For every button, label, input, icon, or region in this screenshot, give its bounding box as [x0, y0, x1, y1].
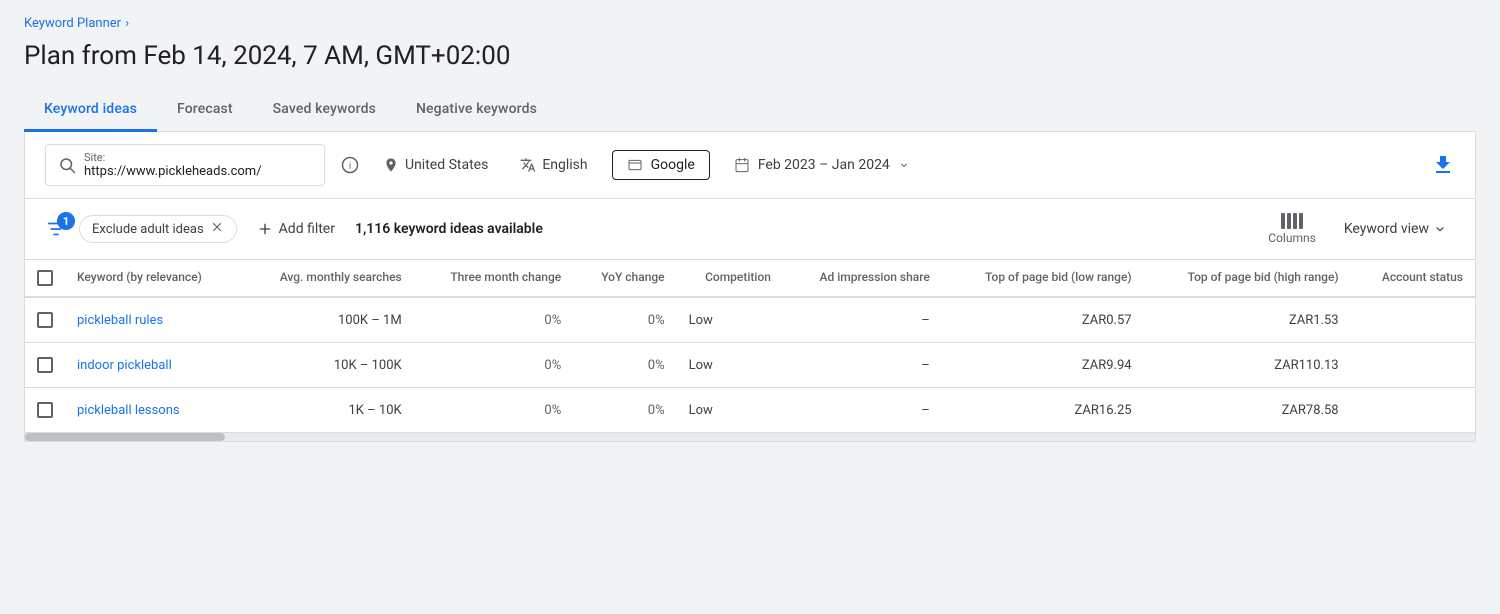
- tab-negative-keywords[interactable]: Negative keywords: [396, 89, 557, 132]
- row-account-status: [1351, 343, 1475, 388]
- close-icon[interactable]: [210, 220, 224, 238]
- search-engine-label: Google: [651, 157, 695, 173]
- header-top-page-low: Top of page bid (low range): [942, 260, 1144, 297]
- row-checkbox[interactable]: [25, 343, 65, 388]
- row-top-page-low: ZAR16.25: [942, 388, 1144, 433]
- keywords-table: Keyword (by relevance) Avg. monthly sear…: [25, 260, 1475, 433]
- download-button[interactable]: [1431, 153, 1455, 177]
- add-filter-button[interactable]: Add filter: [249, 217, 343, 241]
- date-range-selector[interactable]: Feb 2023 – Jan 2024: [726, 153, 918, 177]
- columns-icon: [1281, 213, 1303, 229]
- row-competition: Low: [677, 297, 783, 343]
- table-row: pickleball lessons 1K – 10K 0% 0% Low – …: [25, 388, 1475, 433]
- tab-keyword-ideas[interactable]: Keyword ideas: [24, 89, 157, 132]
- row-competition: Low: [677, 343, 783, 388]
- site-label: Site:: [84, 151, 262, 164]
- exclude-adult-chip[interactable]: Exclude adult ideas: [79, 215, 237, 243]
- header-avg-monthly: Avg. monthly searches: [241, 260, 414, 297]
- table-row: indoor pickleball 10K – 100K 0% 0% Low –…: [25, 343, 1475, 388]
- filter-badge: 1: [57, 212, 75, 230]
- site-url: https://www.pickleheads.com/: [84, 164, 262, 179]
- location-icon: [383, 157, 399, 173]
- header-competition: Competition: [677, 260, 783, 297]
- keyword-view-label: Keyword view: [1344, 221, 1429, 237]
- keyword-view-button[interactable]: Keyword view: [1336, 217, 1455, 241]
- svg-text:i: i: [349, 161, 351, 172]
- header-ad-impression: Ad impression share: [783, 260, 942, 297]
- keyword-count: 1,116 keyword ideas available: [355, 221, 543, 237]
- columns-button[interactable]: Columns: [1260, 209, 1324, 249]
- row-select-checkbox[interactable]: [37, 312, 53, 328]
- tabs: Keyword ideas Forecast Saved keywords Ne…: [24, 89, 1476, 132]
- scrollbar-thumb[interactable]: [25, 433, 225, 441]
- tab-saved-keywords[interactable]: Saved keywords: [253, 89, 396, 132]
- add-icon: [257, 221, 273, 237]
- row-checkbox[interactable]: [25, 297, 65, 343]
- location-label: United States: [405, 157, 488, 173]
- row-checkbox[interactable]: [25, 388, 65, 433]
- main-content: Site: https://www.pickleheads.com/ i Uni…: [24, 132, 1476, 442]
- header-top-page-high: Top of page bid (high range): [1144, 260, 1351, 297]
- info-icon[interactable]: i: [341, 156, 359, 174]
- row-ad-impression: –: [783, 343, 942, 388]
- date-range-label: Feb 2023 – Jan 2024: [758, 157, 890, 173]
- row-three-month: 0%: [414, 343, 574, 388]
- row-competition: Low: [677, 388, 783, 433]
- search-icon: [58, 156, 76, 174]
- row-avg-monthly: 10K – 100K: [241, 343, 414, 388]
- keyword-view-chevron-icon: [1433, 222, 1447, 236]
- row-three-month: 0%: [414, 297, 574, 343]
- row-ad-impression: –: [783, 388, 942, 433]
- row-avg-monthly: 1K – 10K: [241, 388, 414, 433]
- table-row: pickleball rules 100K – 1M 0% 0% Low – Z…: [25, 297, 1475, 343]
- header-yoy: YoY change: [573, 260, 676, 297]
- row-yoy: 0%: [573, 297, 676, 343]
- breadcrumb-chevron: ›: [125, 16, 129, 31]
- page-title: Plan from Feb 14, 2024, 7 AM, GMT+02:00: [24, 41, 1476, 71]
- row-select-checkbox[interactable]: [37, 402, 53, 418]
- row-top-page-high: ZAR1.53: [1144, 297, 1351, 343]
- row-top-page-low: ZAR0.57: [942, 297, 1144, 343]
- row-keyword[interactable]: pickleball lessons: [65, 388, 241, 433]
- breadcrumb[interactable]: Keyword Planner ›: [24, 16, 1476, 31]
- site-search-box[interactable]: Site: https://www.pickleheads.com/: [45, 144, 325, 186]
- row-keyword[interactable]: indoor pickleball: [65, 343, 241, 388]
- header-keyword: Keyword (by relevance): [65, 260, 241, 297]
- row-ad-impression: –: [783, 297, 942, 343]
- header-checkbox[interactable]: [25, 260, 65, 297]
- filter-bar: Site: https://www.pickleheads.com/ i Uni…: [25, 132, 1475, 199]
- add-filter-label: Add filter: [279, 221, 335, 237]
- row-top-page-high: ZAR78.58: [1144, 388, 1351, 433]
- language-filter[interactable]: English: [512, 153, 595, 177]
- row-keyword[interactable]: pickleball rules: [65, 297, 241, 343]
- filter-icon-wrap[interactable]: 1: [45, 218, 67, 240]
- select-all-checkbox[interactable]: [37, 270, 53, 286]
- row-top-page-low: ZAR9.94: [942, 343, 1144, 388]
- row-select-checkbox[interactable]: [37, 357, 53, 373]
- row-yoy: 0%: [573, 343, 676, 388]
- exclude-adult-label: Exclude adult ideas: [92, 222, 204, 237]
- breadcrumb-label: Keyword Planner: [24, 16, 121, 31]
- location-filter[interactable]: United States: [375, 153, 496, 177]
- columns-label: Columns: [1268, 231, 1316, 245]
- row-three-month: 0%: [414, 388, 574, 433]
- search-engine-icon: [627, 157, 643, 173]
- language-label: English: [542, 157, 587, 173]
- row-yoy: 0%: [573, 388, 676, 433]
- header-three-month: Three month change: [414, 260, 574, 297]
- translate-icon: [520, 157, 536, 173]
- header-account-status: Account status: [1351, 260, 1475, 297]
- row-account-status: [1351, 297, 1475, 343]
- calendar-icon: [734, 157, 750, 173]
- site-text: Site: https://www.pickleheads.com/: [84, 151, 262, 179]
- row-top-page-high: ZAR110.13: [1144, 343, 1351, 388]
- chevron-down-icon: [898, 159, 910, 171]
- row-avg-monthly: 100K – 1M: [241, 297, 414, 343]
- filter-row: 1 Exclude adult ideas Add filter 1,116 k…: [25, 199, 1475, 260]
- search-engine-selector[interactable]: Google: [612, 150, 710, 180]
- table-header-row: Keyword (by relevance) Avg. monthly sear…: [25, 260, 1475, 297]
- tab-forecast[interactable]: Forecast: [157, 89, 253, 132]
- horizontal-scrollbar[interactable]: [25, 433, 1475, 441]
- row-account-status: [1351, 388, 1475, 433]
